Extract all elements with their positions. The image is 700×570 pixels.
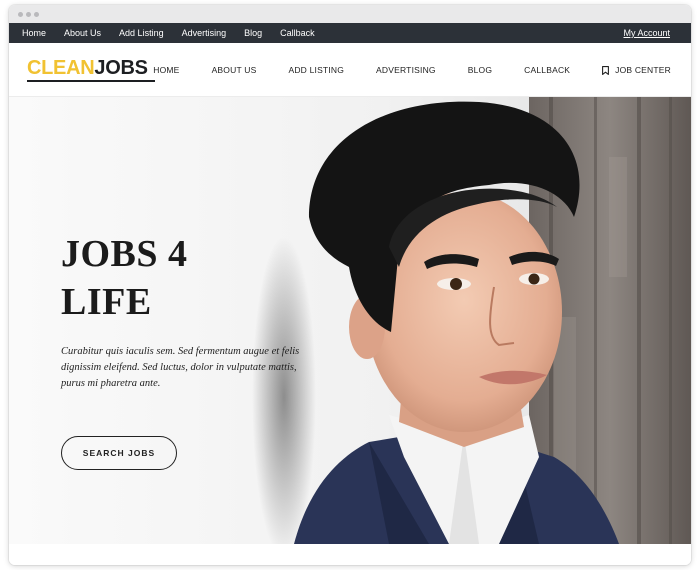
nav-item-job-center[interactable]: JOB CENTER [602,65,671,75]
window-dot-icon [26,12,31,17]
nav-item-callback[interactable]: CALLBACK [524,65,570,75]
hero-section: JOBS 4 LIFE Curabitur quis iaculis sem. … [9,97,691,544]
topbar-link-advertising[interactable]: Advertising [182,28,227,38]
browser-chrome [9,5,691,23]
hero-title-line-2: LIFE [61,281,152,323]
nav-item-home[interactable]: HOME [153,65,179,75]
page-below-hero [9,544,691,565]
nav-item-about-us[interactable]: ABOUT US [212,65,257,75]
my-account-link[interactable]: My Account [623,23,670,43]
browser-window: Home About Us Add Listing Advertising Bl… [9,5,691,565]
topbar-link-callback[interactable]: Callback [280,28,315,38]
top-bar-links: Home About Us Add Listing Advertising Bl… [22,23,333,43]
topbar-link-home[interactable]: Home [22,28,46,38]
topbar-link-add-listing[interactable]: Add Listing [119,28,164,38]
hero-title-line-1: JOBS 4 [61,233,188,275]
hero-title: JOBS 4 LIFE [61,230,321,326]
window-dots [18,12,39,17]
search-jobs-button[interactable]: SEARCH JOBS [61,436,177,470]
logo-part-clean: CLEAN [27,57,95,79]
bookmark-icon [602,65,610,75]
window-dot-icon [34,12,39,17]
main-nav: HOME ABOUT US ADD LISTING ADVERTISING BL… [121,43,671,97]
nav-item-add-listing[interactable]: ADD LISTING [288,65,344,75]
site-header: CLEANJOBS HOME ABOUT US ADD LISTING ADVE… [9,43,691,97]
window-dot-icon [18,12,23,17]
hero-description: Curabitur quis iaculis sem. Sed fermentu… [61,346,300,389]
nav-item-blog[interactable]: BLOG [468,65,492,75]
topbar-link-blog[interactable]: Blog [244,28,262,38]
nav-item-advertising[interactable]: ADVERTISING [376,65,436,75]
job-center-label: JOB CENTER [615,65,671,75]
top-bar: Home About Us Add Listing Advertising Bl… [9,23,691,43]
topbar-link-about-us[interactable]: About Us [64,28,101,38]
